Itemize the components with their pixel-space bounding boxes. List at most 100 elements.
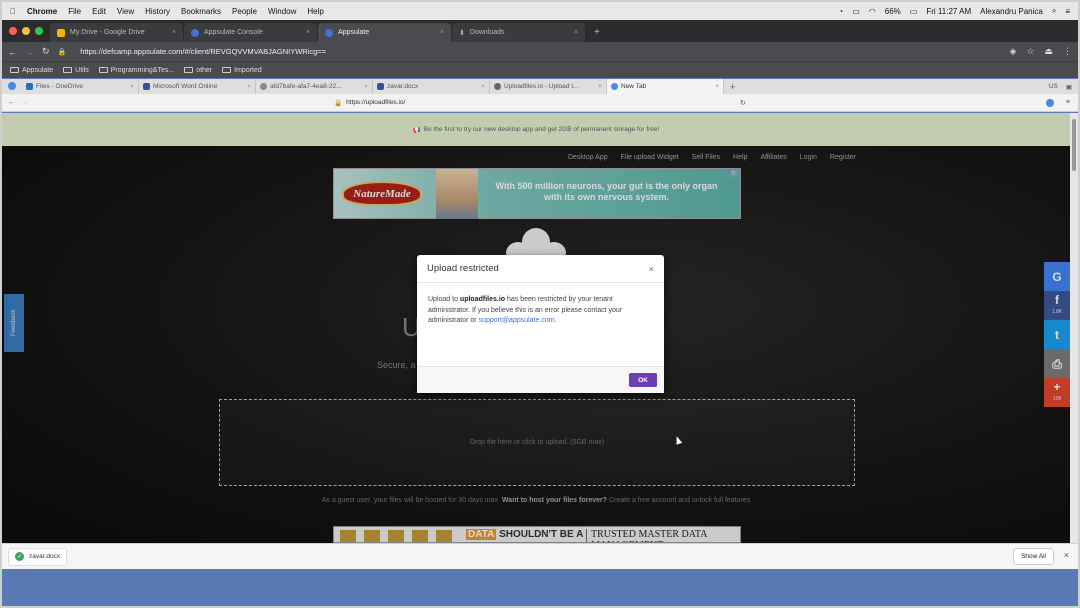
forward-icon[interactable]: → <box>25 47 34 57</box>
window-controls <box>9 27 43 35</box>
bookmark-appsulate[interactable]: Appsulate <box>10 67 53 74</box>
dialog-text-post: . <box>554 317 557 324</box>
menu-edit[interactable]: Edit <box>92 7 106 16</box>
close-window-icon[interactable] <box>9 27 17 35</box>
remote-profile-icon[interactable] <box>1046 98 1054 107</box>
tab-label: My Drive - Google Drive <box>70 29 145 36</box>
tab-close-icon[interactable]: × <box>715 83 719 90</box>
remote-new-tab-button[interactable]: + <box>724 82 741 92</box>
back-icon[interactable]: ← <box>8 47 17 57</box>
menubar-user[interactable]: Alexandru Panica <box>980 7 1043 16</box>
tab-close-icon[interactable]: × <box>172 29 176 36</box>
globe-icon <box>260 83 267 90</box>
remote-app-icon[interactable] <box>8 82 16 90</box>
bookmark-label: Appsulate <box>22 66 54 74</box>
remote-tab-word-online[interactable]: Microsoft Word Online × <box>139 79 256 94</box>
mac-menubar:  Chrome File Edit View History Bookmark… <box>2 2 1078 20</box>
remote-tab-guid[interactable]: afd7bafe-afa7-4ea8-22... × <box>256 79 373 94</box>
profile-icon[interactable]: ⏏ <box>1044 46 1053 57</box>
download-filename: zavar.docx <box>29 553 61 560</box>
chrome-tabstrip: My Drive - Google Drive × Appsulate Cons… <box>2 20 1078 42</box>
support-email-link[interactable]: support@appsulate.com <box>479 317 555 324</box>
remote-tab-uploadfiles[interactable]: Uploadfiles.io - Upload t... × <box>490 79 607 94</box>
spotlight-icon[interactable]: ⌕ <box>1052 6 1056 16</box>
bookmark-imported[interactable]: Imported <box>222 67 262 74</box>
onedrive-icon <box>26 83 33 90</box>
remote-tab-new-tab[interactable]: New Tab × <box>607 79 724 94</box>
tab-close-icon[interactable]: × <box>574 29 578 36</box>
remote-menu-icon[interactable]: ≡ <box>1066 99 1070 106</box>
remote-reload-icon[interactable]: ↻ <box>740 99 746 107</box>
app-menu[interactable]: Chrome <box>27 7 57 16</box>
extension-icon[interactable]: ◈ <box>1009 46 1016 57</box>
screen-frame:  Chrome File Edit View History Bookmark… <box>0 0 1080 608</box>
tab-appsulate-console[interactable]: Appsulate Console × <box>184 23 317 42</box>
dialog-title: Upload restricted <box>427 263 499 274</box>
menu-bookmarks[interactable]: Bookmarks <box>181 7 221 16</box>
secure-lock-icon: 🔒 <box>334 99 343 107</box>
tab-close-icon[interactable]: × <box>306 29 310 36</box>
tab-close-icon[interactable]: × <box>130 83 134 90</box>
menu-history[interactable]: History <box>145 7 170 16</box>
show-all-button[interactable]: Show All <box>1013 548 1054 565</box>
close-shelf-icon[interactable]: × <box>1064 550 1069 560</box>
remote-tab-onedrive[interactable]: Files - OneDrive × <box>22 79 139 94</box>
bookmark-label: other <box>196 66 213 74</box>
tab-label: Files - OneDrive <box>36 83 83 90</box>
downloads-shelf: ✓ zavar.docx Show All × <box>2 543 1078 569</box>
chrome-menu-icon[interactable]: ⋮ <box>1063 46 1072 57</box>
menubar-clock[interactable]: Fri 11:27 AM <box>926 7 971 16</box>
tab-close-icon[interactable]: × <box>364 83 368 90</box>
new-tab-button[interactable]: + <box>586 23 608 42</box>
download-complete-icon: ✓ <box>15 552 24 561</box>
tab-appsulate[interactable]: Appsulate × <box>318 23 451 42</box>
remote-back-icon[interactable]: ← <box>8 99 15 106</box>
promo-banner[interactable]: 📢 Be the first to try our new desktop ap… <box>2 113 1070 146</box>
word-icon <box>143 83 150 90</box>
tab-label: zavar.docx <box>387 83 419 90</box>
dialog-close-icon[interactable]: × <box>649 264 654 274</box>
remote-window-icon[interactable]: ▣ <box>1066 83 1072 91</box>
tab-google-drive[interactable]: My Drive - Google Drive × <box>50 23 183 42</box>
menu-window[interactable]: Window <box>268 7 296 16</box>
remote-address-bar[interactable]: 🔒 https://uploadfiles.io/ <box>334 99 405 107</box>
bookmark-programming[interactable]: Programming&Tes... <box>98 66 175 74</box>
folder-icon <box>10 67 19 73</box>
bookmark-label: Utils <box>75 66 89 74</box>
remote-url-text: https://uploadfiles.io/ <box>346 99 406 106</box>
address-bar[interactable]: https://defcamp.appsulate.com/#/client/R… <box>80 47 326 56</box>
bookmark-utils[interactable]: Utils <box>63 67 89 74</box>
menu-help[interactable]: Help <box>307 7 323 16</box>
battery-percent[interactable]: 66% <box>885 7 901 16</box>
download-icon: ⬇ <box>459 29 465 37</box>
bookmark-label: Programming&Tes... <box>110 66 175 74</box>
battery-icon: ▭ <box>909 6 918 16</box>
ok-button[interactable]: OK <box>629 373 657 387</box>
display-icon[interactable]: ▭ <box>852 7 860 16</box>
folder-icon <box>63 67 73 73</box>
download-item[interactable]: ✓ zavar.docx <box>8 547 68 566</box>
wifi-icon[interactable]: ◠ <box>869 7 876 16</box>
menu-file[interactable]: File <box>68 7 81 16</box>
minimize-window-icon[interactable] <box>22 27 30 35</box>
reload-icon[interactable]: ↻ <box>42 46 50 57</box>
page-scrollbar[interactable] <box>1070 113 1078 543</box>
notification-center-icon[interactable]: ≡ <box>1065 7 1070 16</box>
bookmark-star-icon[interactable]: ☆ <box>1026 46 1034 57</box>
apple-icon[interactable]:  <box>10 7 16 16</box>
remote-language-indicator[interactable]: US <box>1049 83 1058 90</box>
tab-downloads[interactable]: ⬇ Downloads × <box>452 23 585 42</box>
clock-status-icon[interactable]: ◔ <box>838 7 843 16</box>
menu-people[interactable]: People <box>232 7 257 16</box>
remote-tab-zavar[interactable]: zavar.docx × <box>373 79 490 94</box>
lock-icon: 🔒 <box>57 48 67 56</box>
menu-view[interactable]: View <box>117 7 134 16</box>
bookmark-other[interactable]: other <box>184 67 212 74</box>
zoom-window-icon[interactable] <box>35 27 43 35</box>
tab-close-icon[interactable]: × <box>440 29 444 36</box>
tab-close-icon[interactable]: × <box>247 83 251 90</box>
remote-forward-icon[interactable]: → <box>21 99 28 106</box>
tab-close-icon[interactable]: × <box>598 83 602 90</box>
tab-close-icon[interactable]: × <box>481 83 485 90</box>
scrollbar-thumb[interactable] <box>1072 119 1076 171</box>
